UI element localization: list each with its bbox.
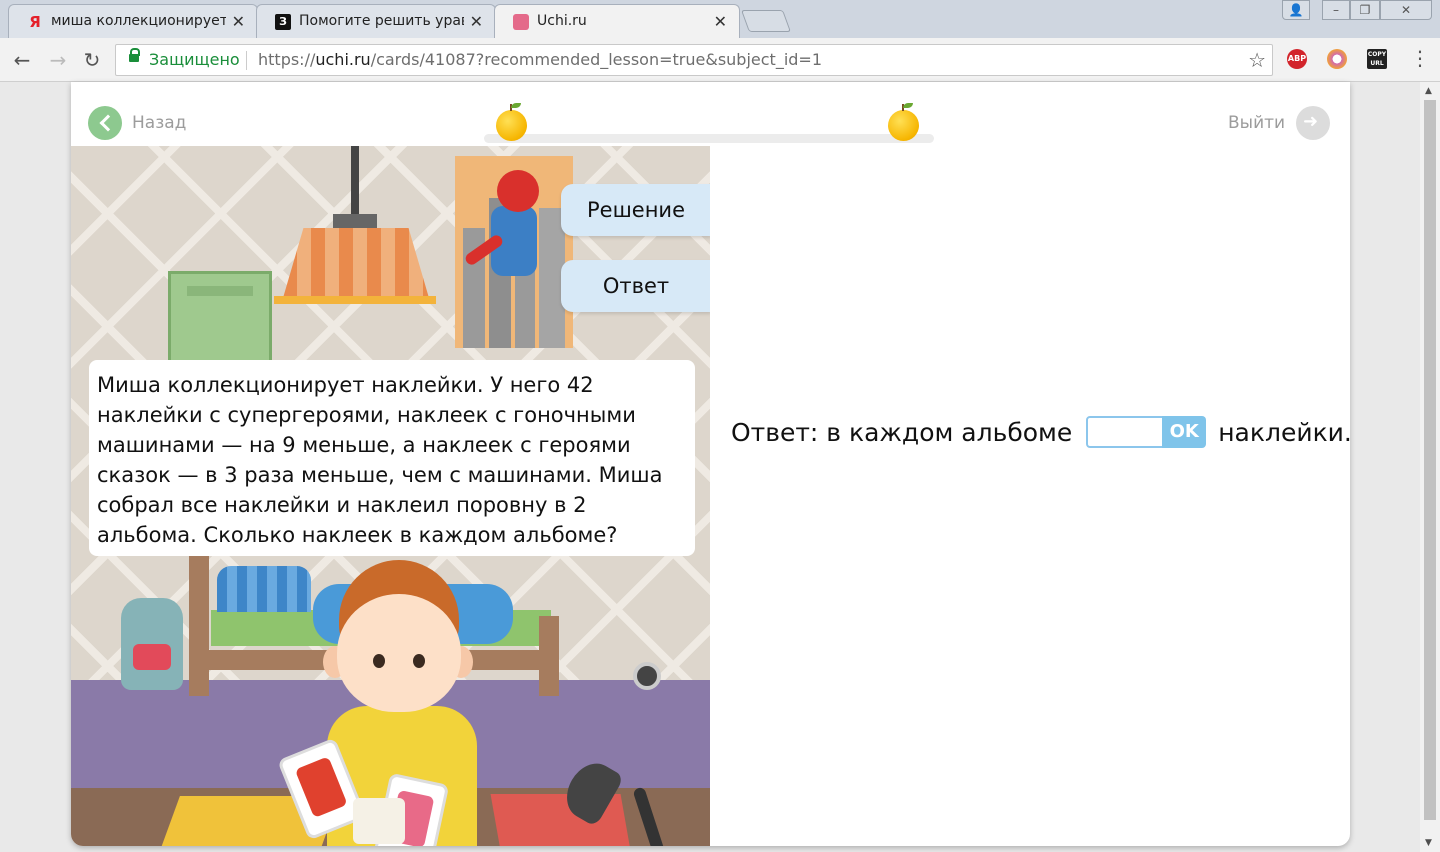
browser-toolbar: ← → ↻ Защищено https://uchi.ru/cards/410… — [0, 38, 1440, 82]
apple-icon — [888, 103, 919, 141]
eraser — [353, 798, 405, 844]
uchi-favicon-icon — [513, 14, 529, 30]
solution-tab[interactable]: Решение — [561, 184, 710, 236]
scrollbar[interactable]: ▲ ▼ — [1420, 82, 1440, 852]
ceiling-lamp-cap — [333, 214, 377, 228]
url-text[interactable]: https://uchi.ru/cards/41087?recommended_… — [258, 50, 822, 69]
ceiling-lamp-shade — [283, 228, 429, 298]
reload-icon[interactable]: ↻ — [80, 48, 104, 72]
close-icon[interactable]: ✕ — [232, 12, 245, 31]
secure-label: Защищено — [149, 50, 240, 69]
answer-prefix: Ответ: в каждом альбоме — [731, 417, 1073, 447]
problem-illustration: Решение Ответ Миша коллекционирует накле… — [71, 146, 710, 846]
exit-label: Выйти — [1228, 113, 1286, 133]
scroll-down-icon[interactable]: ▼ — [1425, 838, 1432, 848]
back-label: Назад — [132, 113, 187, 133]
close-window-button[interactable]: ✕ — [1380, 0, 1432, 20]
bookmark-star-icon[interactable]: ☆ — [1248, 48, 1266, 72]
url-scheme: https:// — [258, 50, 316, 69]
adblock-icon[interactable]: ABP — [1287, 49, 1307, 69]
url-path: /cards/41087?recommended_lesson=true&sub… — [370, 50, 823, 69]
ok-button[interactable]: OK — [1162, 416, 1207, 448]
answer-tab[interactable]: Ответ — [561, 260, 710, 312]
dinosaur-poster — [168, 271, 272, 367]
tab-title: миша коллекционирует — [51, 13, 226, 29]
back-arrow-icon[interactable]: ← — [10, 48, 34, 72]
answer-box: OK — [1086, 416, 1207, 448]
exit-icon — [1296, 106, 1330, 140]
tab-znanija[interactable]: З Помогите решить урав ✕ — [256, 4, 496, 38]
lock-icon — [129, 48, 140, 62]
extension-icon[interactable] — [1327, 49, 1347, 69]
backpack — [121, 598, 183, 690]
url-host: uchi.ru — [315, 50, 371, 69]
tab-uchi[interactable]: Uchi.ru ✕ — [494, 4, 740, 39]
forward-arrow-icon[interactable]: → — [46, 48, 70, 72]
ceiling-lamp-rim — [274, 296, 436, 304]
answer-row: Ответ: в каждом альбоме OK наклейки. — [731, 416, 1350, 452]
maximize-button[interactable]: ❐ — [1350, 0, 1380, 20]
address-bar[interactable]: Защищено https://uchi.ru/cards/41087?rec… — [115, 44, 1273, 76]
ceiling-lamp-cord — [351, 146, 359, 216]
menu-icon[interactable]: ⋮ — [1410, 46, 1430, 70]
lesson-card: Назад Выйти ➜ Решение Ответ Миша коллекц… — [71, 82, 1350, 846]
yandex-favicon-icon: Я — [29, 13, 41, 31]
progress-bar — [484, 134, 934, 143]
scooter-wheel — [633, 662, 661, 690]
tab-yandex-search[interactable]: Я миша коллекционирует ✕ — [8, 4, 258, 38]
exit-button[interactable]: Выйти — [1228, 106, 1332, 142]
superhero-head — [497, 170, 539, 212]
minimize-button[interactable]: – — [1322, 0, 1350, 20]
superhero-poster — [455, 156, 573, 348]
answer-suffix: наклейки. — [1218, 417, 1350, 447]
red-paper — [490, 794, 632, 846]
apple-icon — [496, 103, 527, 141]
chevron-left-icon — [88, 106, 122, 140]
problem-text: Миша коллекционирует наклейки. У него 42… — [89, 360, 695, 556]
tab-strip: Я миша коллекционирует ✕ З Помогите реши… — [0, 0, 1440, 39]
answer-input[interactable] — [1086, 416, 1165, 448]
znanija-favicon-icon: З — [275, 14, 291, 30]
profile-icon[interactable]: 👤 — [1282, 0, 1310, 20]
tab-title: Помогите решить урав — [299, 13, 464, 29]
tab-title: Uchi.ru — [537, 13, 587, 29]
copy-url-icon[interactable]: COPY URL — [1367, 49, 1387, 69]
divider — [246, 51, 247, 70]
close-icon[interactable]: ✕ — [470, 12, 483, 31]
scroll-up-icon[interactable]: ▲ — [1425, 86, 1432, 96]
new-tab-button[interactable] — [740, 10, 792, 32]
scrollbar-thumb[interactable] — [1424, 100, 1436, 820]
close-icon[interactable]: ✕ — [714, 12, 727, 31]
boy-face — [337, 594, 461, 712]
